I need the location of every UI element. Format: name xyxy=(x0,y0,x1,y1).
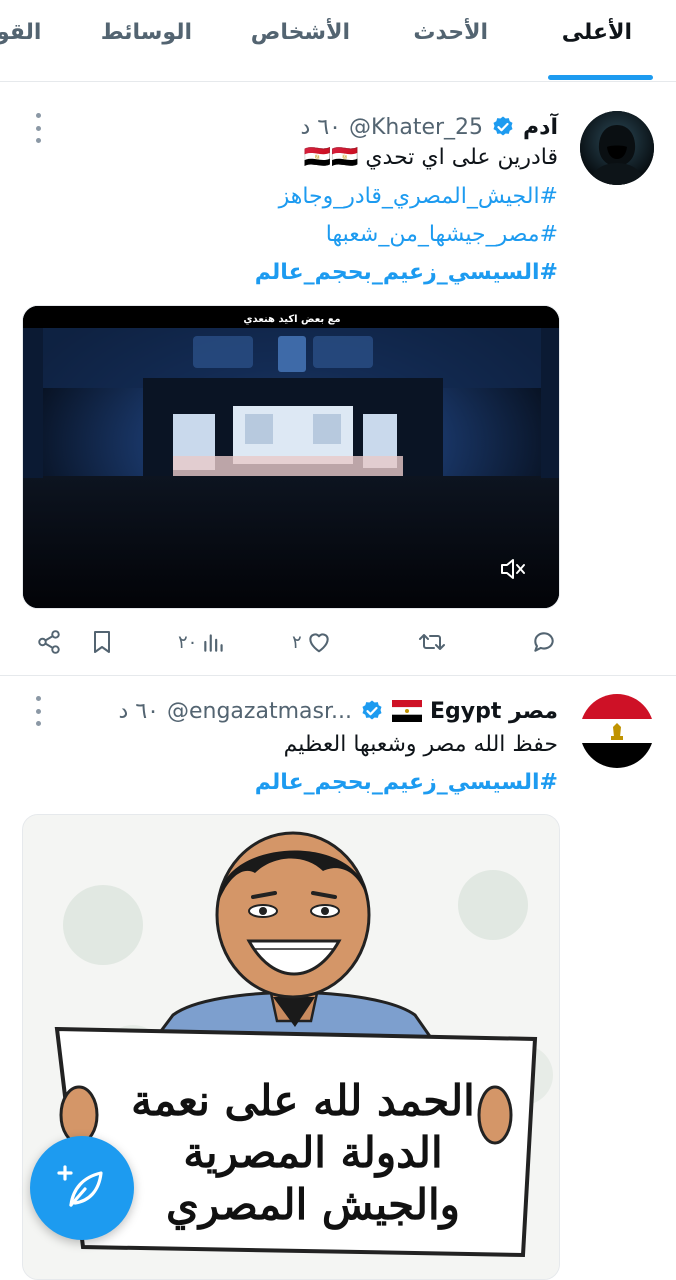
views-button[interactable]: ٢٠ xyxy=(178,622,227,662)
hashtag-link[interactable]: #مصر_جيشها_من_شعبها xyxy=(326,222,558,247)
tweet-handle: @engazatmasr... xyxy=(166,698,352,724)
tab-media[interactable]: الوسائط xyxy=(101,20,192,45)
tweet-handle: @Khater_25 xyxy=(348,114,484,140)
tweet-time: ٦٠ د xyxy=(300,114,341,140)
reply-icon xyxy=(534,632,554,652)
compose-button[interactable] xyxy=(30,1136,134,1240)
sign-line-2: الدولة المصرية xyxy=(183,1128,442,1178)
views-count: ٢٠ xyxy=(178,631,198,653)
tweet-header: ٦٠ د @Khater_25 آدم xyxy=(60,112,558,142)
retweet-icon xyxy=(419,634,445,650)
verified-icon xyxy=(493,116,513,136)
like-icon xyxy=(308,633,329,653)
tweet-author-name[interactable]: آدم xyxy=(523,115,558,140)
share-button[interactable] xyxy=(36,622,62,662)
tweet-text: حفظ الله مصر وشعبها العظيم xyxy=(283,732,558,757)
like-count: ٢ xyxy=(292,631,302,653)
like-button[interactable]: ٢ xyxy=(292,622,332,662)
top-tabs: الأعلى الأحدث الأشخاص الوسائط القو xyxy=(0,0,676,82)
hashtag-link[interactable]: #السيسي_زعيم_بحجم_عالم xyxy=(255,260,558,285)
tweet-time: ٦٠ د xyxy=(118,698,159,724)
tab-top[interactable]: الأعلى xyxy=(562,20,632,45)
views-icon xyxy=(204,634,224,652)
mute-icon[interactable] xyxy=(499,556,527,582)
tab-latest[interactable]: الأحدث xyxy=(413,20,488,45)
tweet-actions: ٢٠ ٢ xyxy=(0,622,676,662)
tweet-text: قادرين على اي تحدي 🇪🇬🇪🇬 xyxy=(303,145,558,170)
tab-people[interactable]: الأشخاص xyxy=(251,20,350,45)
active-tab-indicator xyxy=(548,75,653,80)
tab-lists[interactable]: القو xyxy=(0,20,41,45)
reply-button[interactable] xyxy=(530,622,558,662)
share-icon xyxy=(38,630,60,654)
retweet-button[interactable] xyxy=(418,622,446,662)
more-icon[interactable] xyxy=(30,696,46,726)
bookmark-icon xyxy=(94,631,110,653)
bookmark-button[interactable] xyxy=(90,622,114,662)
tweet[interactable]: ٦٠ د @Khater_25 آدم قادرين على اي تحدي 🇪… xyxy=(0,83,676,675)
avatar[interactable] xyxy=(580,111,654,185)
hashtag-link[interactable]: #الجيش_المصري_قادر_وجاهز xyxy=(279,184,558,209)
video-caption: مع بعض اكيد هنعدي xyxy=(243,314,340,325)
compose-icon xyxy=(57,1165,103,1207)
verified-icon xyxy=(362,700,382,720)
tweet-author-name[interactable]: مصر Egypt xyxy=(430,699,558,724)
egypt-flag-icon xyxy=(391,700,422,722)
more-icon[interactable] xyxy=(30,113,46,143)
avatar[interactable] xyxy=(580,694,654,768)
tweet-video[interactable]: مع بعض اكيد هنعدي xyxy=(22,305,560,609)
hashtag-link[interactable]: #السيسي_زعيم_بحجم_عالم xyxy=(255,770,558,795)
tweet-header: ٦٠ د @engazatmasr... مصر Egypt xyxy=(60,696,558,726)
sign-line-1: الحمد لله على نعمة xyxy=(131,1076,475,1125)
sign-line-3: والجيش المصري xyxy=(166,1180,460,1230)
